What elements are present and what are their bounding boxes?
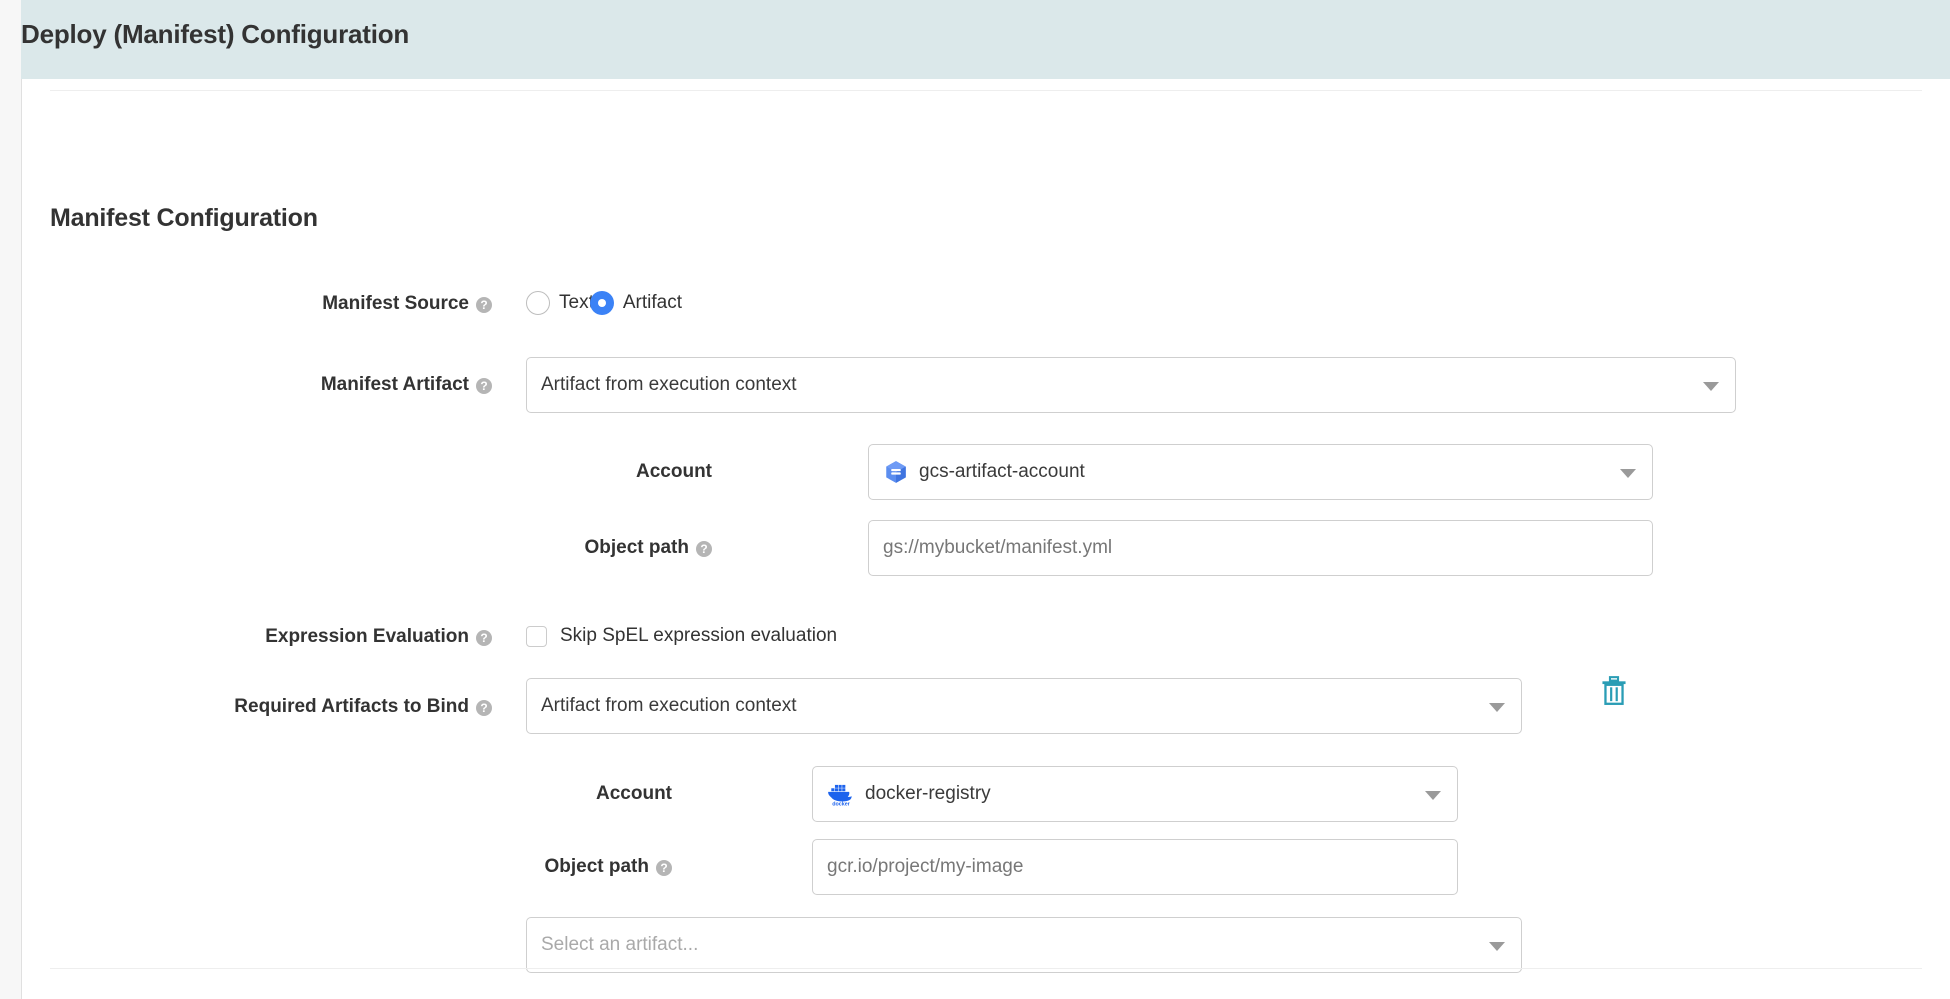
- remove-artifact-button[interactable]: [1597, 674, 1631, 708]
- help-icon[interactable]: [476, 378, 492, 394]
- radio-artifact[interactable]: [590, 291, 614, 315]
- dialog-header: Deploy (Manifest) Configuration: [0, 0, 1950, 79]
- expression-evaluation-label-text: Expression Evaluation: [265, 626, 469, 648]
- help-icon[interactable]: [476, 630, 492, 646]
- svg-text:docker: docker: [832, 802, 850, 807]
- help-icon[interactable]: [656, 860, 672, 876]
- help-icon[interactable]: [476, 297, 492, 313]
- page-title: Deploy (Manifest) Configuration: [21, 19, 409, 50]
- manifest-object-path-value: gs://mybucket/manifest.yml: [883, 537, 1112, 559]
- bind-object-path-label: Object path: [362, 854, 672, 880]
- bind-account-label: Account: [422, 781, 672, 807]
- chevron-down-icon[interactable]: [1620, 469, 1636, 478]
- bind-object-path-label-text: Object path: [544, 856, 649, 878]
- artifact-selector[interactable]: Select an artifact...: [526, 917, 1522, 973]
- radio-text[interactable]: [526, 291, 550, 315]
- docker-whale-icon: docker: [827, 781, 855, 807]
- bind-object-path-value: gcr.io/project/my-image: [827, 856, 1023, 878]
- bind-account-value: docker-registry: [865, 783, 991, 805]
- radio-artifact-label[interactable]: Artifact: [623, 292, 682, 314]
- manifest-account-label-text: Account: [636, 461, 712, 483]
- top-divider: [50, 90, 1922, 91]
- expression-evaluation-label: Expression Evaluation: [122, 624, 492, 650]
- skip-spel-checkbox[interactable]: [526, 626, 547, 647]
- manifest-artifact-value: Artifact from execution context: [541, 374, 797, 396]
- chevron-down-icon[interactable]: [1425, 791, 1441, 800]
- bottom-divider: [50, 968, 1922, 969]
- manifest-configuration-panel: Manifest Configuration Manifest Source T…: [22, 79, 1950, 999]
- bind-account-select[interactable]: docker docker-registry: [812, 766, 1458, 822]
- manifest-artifact-label-text: Manifest Artifact: [321, 374, 469, 396]
- manifest-object-path-input[interactable]: gs://mybucket/manifest.yml: [868, 520, 1653, 576]
- gcs-hexagon-icon: [883, 459, 909, 485]
- manifest-artifact-label: Manifest Artifact: [162, 372, 492, 398]
- help-icon[interactable]: [696, 541, 712, 557]
- chevron-down-icon[interactable]: [1489, 703, 1505, 712]
- trash-icon: [1600, 676, 1628, 706]
- manifest-account-select[interactable]: gcs-artifact-account: [868, 444, 1653, 500]
- radio-text-label[interactable]: Text: [559, 292, 594, 314]
- artifact-selector-placeholder: Select an artifact...: [541, 934, 698, 956]
- required-artifacts-label-text: Required Artifacts to Bind: [234, 696, 469, 718]
- chevron-down-icon[interactable]: [1489, 942, 1505, 951]
- required-artifacts-value: Artifact from execution context: [541, 695, 797, 717]
- manifest-source-label-text: Manifest Source: [322, 293, 469, 315]
- left-rail: [0, 0, 21, 999]
- skip-spel-checkbox-label[interactable]: Skip SpEL expression evaluation: [560, 625, 837, 647]
- manifest-source-label: Manifest Source: [162, 291, 492, 317]
- manifest-object-path-label-text: Object path: [584, 537, 689, 559]
- manifest-object-path-label: Object path: [422, 535, 712, 561]
- section-heading: Manifest Configuration: [50, 204, 318, 233]
- help-icon[interactable]: [476, 700, 492, 716]
- required-artifacts-select[interactable]: Artifact from execution context: [526, 678, 1522, 734]
- manifest-artifact-select[interactable]: Artifact from execution context: [526, 357, 1736, 413]
- manifest-source-radio-group[interactable]: Text Artifact: [526, 291, 682, 315]
- chevron-down-icon[interactable]: [1703, 382, 1719, 391]
- manifest-account-label: Account: [462, 459, 712, 485]
- skip-spel-checkbox-row[interactable]: Skip SpEL expression evaluation: [526, 625, 837, 647]
- bind-object-path-input[interactable]: gcr.io/project/my-image: [812, 839, 1458, 895]
- bind-account-label-text: Account: [596, 783, 672, 805]
- required-artifacts-label: Required Artifacts to Bind: [42, 694, 492, 720]
- manifest-account-value: gcs-artifact-account: [919, 461, 1085, 483]
